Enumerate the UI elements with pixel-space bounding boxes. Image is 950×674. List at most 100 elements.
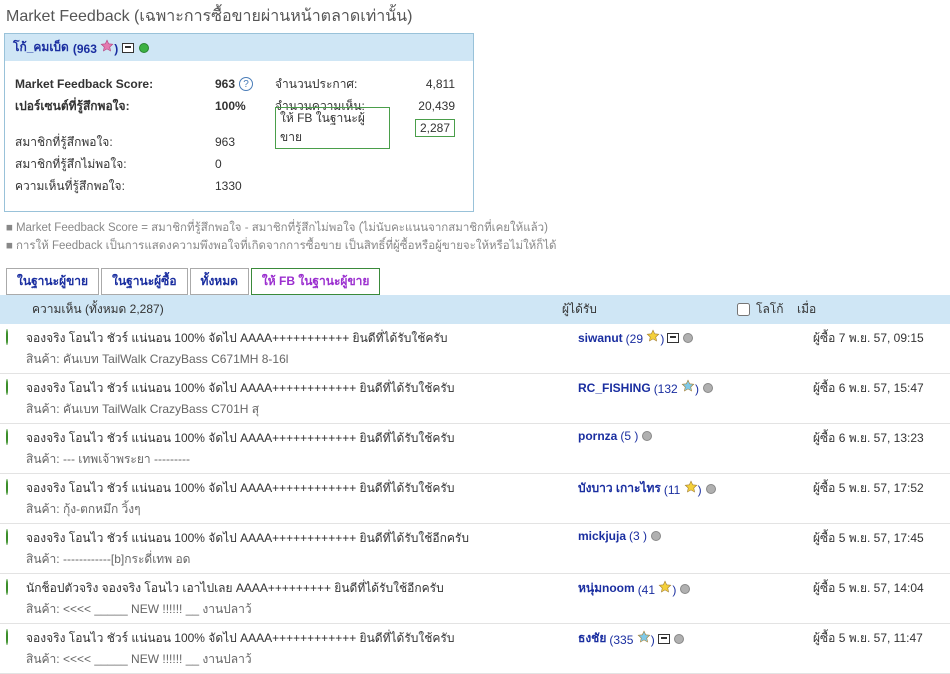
tab-gave-seller[interactable]: ให้ FB ในฐานะผู้ขาย <box>251 268 381 295</box>
row-recipient: หนุ่มnoom (41 ) <box>578 579 813 598</box>
label-opinions: ความเห็นที่รู้สึกพอใจ: <box>15 175 215 197</box>
plus-circle-icon <box>6 329 8 345</box>
star-icon <box>637 630 651 644</box>
plus-circle-icon <box>6 579 8 595</box>
feedback-row: นักช็อปตัวจริง จองจริง โอนไว เอาไปเลย AA… <box>0 574 950 624</box>
row-recipient: siwanut (29 ) <box>578 329 813 346</box>
tab-all[interactable]: ทั้งหมด <box>190 268 249 295</box>
star-icon <box>646 329 660 343</box>
page-title: Market Feedback (เฉพาะการซื้อขายผ่านหน้า… <box>0 0 950 33</box>
plus-circle-icon <box>6 429 8 445</box>
row-product: สินค้า: --- เทพเจ้าพระยา --------- <box>26 450 570 469</box>
star-icon <box>100 39 114 53</box>
online-dot-icon <box>138 42 150 54</box>
feedback-row: จองจริง โอนไว ชัวร์ แน่นอน 100% จัดไป AA… <box>0 374 950 424</box>
status-dot-icon <box>673 633 685 645</box>
list-header: ความเห็น (ทั้งหมด 2,287) ผู้ได้รับ โลโก้… <box>0 295 950 324</box>
row-comment: จองจริง โอนไว ชัวร์ แน่นอน 100% จัดไป AA… <box>26 479 570 498</box>
recipient-link[interactable]: pornza <box>578 429 617 443</box>
feedback-row: จองจริง โอนไว ชัวร์ แน่นอน 100% จัดไป AA… <box>0 324 950 374</box>
feedback-row: จองจริง โอนไว ชัวร์ แน่นอน 100% จัดไป AA… <box>0 424 950 474</box>
row-when: ผู้ซื้อ 5 พ.ย. 57, 17:45 <box>813 529 944 548</box>
recipient-link[interactable]: RC_FISHING <box>578 381 651 395</box>
status-dot-icon <box>705 483 717 495</box>
plus-circle-icon <box>6 479 8 495</box>
row-comment: จองจริง โอนไว ชัวร์ แน่นอน 100% จัดไป AA… <box>26 329 570 348</box>
recipient-score: (29 ) <box>626 329 665 346</box>
row-comment: จองจริง โอนไว ชัวร์ แน่นอน 100% จัดไป AA… <box>26 529 570 548</box>
card-icon <box>658 633 670 645</box>
status-dot-icon <box>682 332 694 344</box>
col-logo-label: โลโก้ <box>737 300 797 319</box>
val-score: 963 <box>215 77 235 91</box>
row-comment: จองจริง โอนไว ชัวร์ แน่นอน 100% จัดไป AA… <box>26 429 570 448</box>
row-when: ผู้ซื้อ 7 พ.ย. 57, 09:15 <box>813 329 944 348</box>
feedback-list: จองจริง โอนไว ชัวร์ แน่นอน 100% จัดไป AA… <box>0 324 950 674</box>
star-icon <box>658 580 672 594</box>
row-recipient: ธงชัย (335 ) <box>578 629 813 648</box>
row-when: ผู้ซื้อ 5 พ.ย. 57, 17:52 <box>813 479 944 498</box>
star-icon <box>681 379 695 393</box>
row-recipient: mickjuja (3 ) <box>578 529 813 543</box>
recipient-link[interactable]: ธงชัย <box>578 629 606 648</box>
recipient-score: (3 ) <box>629 529 647 543</box>
row-product: สินค้า: <<<< _____ NEW !!!!!! __ งานปลาว… <box>26 650 570 669</box>
row-when: ผู้ซื้อ 5 พ.ย. 57, 11:47 <box>813 629 944 648</box>
row-when: ผู้ซื้อ 6 พ.ย. 57, 15:47 <box>813 379 944 398</box>
tab-seller[interactable]: ในฐานะผู้ขาย <box>6 268 99 295</box>
summary-header: โก้_คมเบ็ด (963 ) <box>5 34 473 61</box>
feedback-row: จองจริง โอนไว ชัวร์ แน่นอน 100% จัดไป AA… <box>0 624 950 674</box>
summary-user-link[interactable]: โก้_คมเบ็ด <box>13 38 69 57</box>
status-dot-icon <box>679 583 691 595</box>
recipient-link[interactable]: mickjuja <box>578 529 626 543</box>
val-comments: 20,439 <box>390 95 455 117</box>
recipient-link[interactable]: หนุ่มnoom <box>578 579 635 598</box>
label-satisfied: สมาชิกที่รู้สึกพอใจ: <box>15 131 215 153</box>
row-when: ผู้ซื้อ 6 พ.ย. 57, 13:23 <box>813 429 944 448</box>
row-recipient: บังบาว เกาะไทร (11 ) <box>578 479 813 498</box>
recipient-score: (5 ) <box>620 429 638 443</box>
summary-user-score: (963 ) <box>73 39 118 56</box>
label-unsatisfied: สมาชิกที่รู้สึกไม่พอใจ: <box>15 153 215 175</box>
recipient-score: (132 ) <box>654 379 699 396</box>
footnotes: ■Market Feedback Score = สมาชิกที่รู้สึก… <box>0 216 950 258</box>
row-recipient: RC_FISHING (132 ) <box>578 379 813 396</box>
val-listings: 4,811 <box>390 73 455 95</box>
recipient-score: (41 ) <box>638 580 677 597</box>
summary-box: โก้_คมเบ็ด (963 ) Market Feedback Score:… <box>4 33 474 212</box>
val-opinions: 1330 <box>215 175 275 197</box>
row-recipient: pornza (5 ) <box>578 429 813 443</box>
logo-checkbox[interactable] <box>737 303 750 316</box>
feedback-row: จองจริง โอนไว ชัวร์ แน่นอน 100% จัดไป AA… <box>0 474 950 524</box>
row-product: สินค้า: คันเบท TailWalk CrazyBass C701H … <box>26 400 570 419</box>
recipient-link[interactable]: siwanut <box>578 331 623 345</box>
label-gavefb: ให้ FB ในฐานะผู้ขาย <box>275 107 390 149</box>
help-icon[interactable]: ? <box>239 77 253 91</box>
row-product: สินค้า: กุ้ง-ตกหมึก วิ้งๆ <box>26 500 570 519</box>
star-icon <box>684 480 698 494</box>
row-product: สินค้า: <<<< _____ NEW !!!!!! __ งานปลาว… <box>26 600 570 619</box>
status-dot-icon <box>702 382 714 394</box>
recipient-link[interactable]: บังบาว เกาะไทร <box>578 479 661 498</box>
recipient-score: (11 ) <box>664 480 702 497</box>
row-product: สินค้า: คันเบท TailWalk CrazyBass C671MH… <box>26 350 570 369</box>
card-icon <box>122 42 134 54</box>
row-comment: จองจริง โอนไว ชัวร์ แน่นอน 100% จัดไป AA… <box>26 379 570 398</box>
label-score: Market Feedback Score: <box>15 77 153 91</box>
plus-circle-icon <box>6 629 8 645</box>
label-listings: จำนวนประกาศ: <box>275 73 390 95</box>
val-unsatisfied: 0 <box>215 153 275 175</box>
card-icon <box>667 332 679 344</box>
status-dot-icon <box>641 430 653 442</box>
val-satisfied: 963 <box>215 131 275 153</box>
col-comment-label: ความเห็น (ทั้งหมด 2,287) <box>10 300 562 319</box>
tabs: ในฐานะผู้ขาย ในฐานะผู้ซื้อ ทั้งหมด ให้ F… <box>6 268 950 295</box>
plus-circle-icon <box>6 379 8 395</box>
status-dot-icon <box>650 530 662 542</box>
row-when: ผู้ซื้อ 5 พ.ย. 57, 14:04 <box>813 579 944 598</box>
val-gavefb: 2,287 <box>415 119 455 137</box>
row-product: สินค้า: ------------[b]กระดี่เทพ อด <box>26 550 570 569</box>
recipient-score: (335 ) <box>609 630 654 647</box>
tab-buyer[interactable]: ในฐานะผู้ซื้อ <box>101 268 187 295</box>
row-comment: จองจริง โอนไว ชัวร์ แน่นอน 100% จัดไป AA… <box>26 629 570 648</box>
